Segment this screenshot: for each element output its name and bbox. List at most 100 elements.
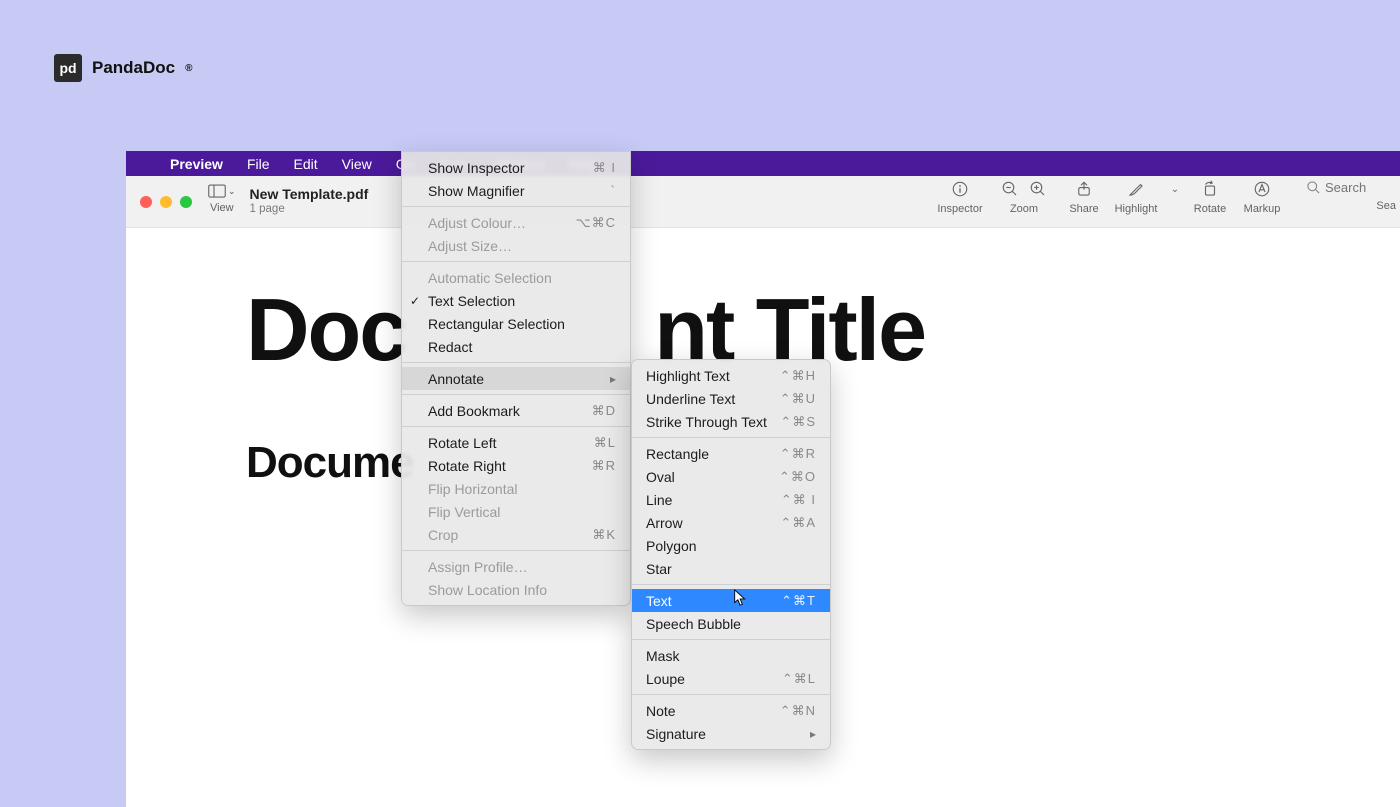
close-window-icon[interactable] (140, 196, 152, 208)
tools-item-label: Crop (428, 527, 458, 543)
annotate-item-signature[interactable]: Signature▸ (632, 722, 830, 745)
shortcut-label: ⌃⌘ I (781, 492, 816, 508)
brand-name: PandaDoc (92, 58, 175, 78)
tools-item-annotate[interactable]: Annotate▸ (402, 367, 630, 390)
chevron-down-icon: ⌄ (228, 186, 236, 197)
menu-bar: Preview File Edit View Go Tools Window H… (126, 151, 1400, 176)
tools-item-show-magnifier[interactable]: Show Magnifier` (402, 179, 630, 202)
shortcut-label: ⌃⌘S (780, 414, 816, 430)
shortcut-label: ⌃⌘U (780, 391, 816, 407)
annotate-item-label: Arrow (646, 515, 683, 531)
annotate-item-label: Loupe (646, 671, 685, 687)
document-title-block: New Template.pdf 1 page (250, 186, 369, 215)
app-window: Preview File Edit View Go Tools Window H… (126, 151, 1400, 807)
toolbar: ⌄ View New Template.pdf 1 page Inspector… (126, 176, 1400, 228)
tools-menu[interactable]: Show Inspector⌘ IShow Magnifier`Adjust C… (401, 151, 631, 606)
brand: pd PandaDoc® (54, 54, 193, 82)
tools-item-label: Rotate Right (428, 458, 506, 474)
menu-view[interactable]: View (330, 153, 384, 175)
annotate-separator (632, 639, 830, 640)
tools-item-rectangular-selection[interactable]: Rectangular Selection (402, 312, 630, 335)
tools-item-adjust-size: Adjust Size… (402, 234, 630, 257)
inspector-button[interactable]: Inspector (932, 180, 988, 215)
tools-item-label: Flip Vertical (428, 504, 500, 520)
highlight-dropdown[interactable]: ⌄ (1164, 180, 1186, 195)
tools-item-label: Flip Horizontal (428, 481, 517, 497)
shortcut-label: ⌘ I (593, 160, 616, 176)
tools-item-label: Rectangular Selection (428, 316, 565, 332)
share-button[interactable]: Share (1060, 180, 1108, 215)
annotate-item-arrow[interactable]: Arrow⌃⌘A (632, 511, 830, 534)
annotate-item-text[interactable]: Text⌃⌘T (632, 589, 830, 612)
annotate-item-star[interactable]: Star (632, 557, 830, 580)
tools-item-label: Rotate Left (428, 435, 497, 451)
annotate-item-label: Speech Bubble (646, 616, 741, 632)
annotate-item-speech-bubble[interactable]: Speech Bubble (632, 612, 830, 635)
annotate-submenu[interactable]: Highlight Text⌃⌘HUnderline Text⌃⌘UStrike… (631, 359, 831, 750)
annotate-item-label: Strike Through Text (646, 414, 767, 430)
tools-item-label: Show Inspector (428, 160, 525, 176)
tools-item-flip-vertical: Flip Vertical (402, 500, 630, 523)
annotate-item-strike-through-text[interactable]: Strike Through Text ⌃⌘S (632, 410, 830, 433)
tools-item-text-selection[interactable]: ✓ Text Selection (402, 289, 630, 312)
rotate-button[interactable]: Rotate (1186, 180, 1234, 215)
share-label: Share (1069, 203, 1098, 215)
highlight-button[interactable]: Highlight (1108, 180, 1164, 215)
zoom-out-icon[interactable] (1000, 180, 1020, 198)
annotate-item-label: Polygon (646, 538, 697, 554)
annotate-item-mask[interactable]: Mask (632, 644, 830, 667)
zoom-label: Zoom (1010, 203, 1038, 215)
markup-button[interactable]: Markup (1234, 180, 1290, 215)
zoom-in-icon[interactable] (1028, 180, 1048, 198)
menu-file[interactable]: File (235, 153, 282, 175)
inspector-icon (950, 180, 970, 198)
zoom-button[interactable]: Zoom (988, 180, 1060, 215)
shortcut-label: ⌃⌘R (780, 446, 816, 462)
tools-item-label: Text Selection (428, 293, 515, 309)
annotate-item-rectangle[interactable]: Rectangle ⌃⌘R (632, 442, 830, 465)
tools-item-redact[interactable]: Redact (402, 335, 630, 358)
tools-item-automatic-selection: Automatic Selection (402, 266, 630, 289)
tools-separator (402, 394, 630, 395)
rotate-label: Rotate (1194, 203, 1226, 215)
search-input[interactable] (1325, 180, 1400, 195)
annotate-item-label: Star (646, 561, 672, 577)
sidebar-icon (208, 184, 226, 198)
check-icon: ✓ (410, 294, 420, 308)
annotate-item-note[interactable]: Note⌃⌘N (632, 699, 830, 722)
annotate-item-oval[interactable]: Oval⌃⌘O (632, 465, 830, 488)
annotate-separator (632, 584, 830, 585)
tools-item-rotate-right[interactable]: Rotate Right⌘R (402, 454, 630, 477)
inspector-label: Inspector (937, 203, 982, 215)
annotate-separator (632, 694, 830, 695)
window-controls[interactable] (140, 196, 192, 208)
tools-item-label: Assign Profile… (428, 559, 528, 575)
annotate-item-label: Text (646, 593, 672, 609)
highlight-label: Highlight (1115, 203, 1158, 215)
annotate-item-line[interactable]: Line⌃⌘ I (632, 488, 830, 511)
annotate-item-loupe[interactable]: Loupe⌃⌘L (632, 667, 830, 690)
menu-app[interactable]: Preview (158, 153, 235, 175)
annotate-item-label: Rectangle (646, 446, 709, 462)
share-icon (1074, 180, 1094, 198)
view-label: View (210, 202, 234, 214)
annotate-item-underline-text[interactable]: Underline Text⌃⌘U (632, 387, 830, 410)
tools-item-label: Automatic Selection (428, 270, 552, 286)
minimize-window-icon[interactable] (160, 196, 172, 208)
menu-edit[interactable]: Edit (282, 153, 330, 175)
shortcut-label: ⌥⌘C (576, 215, 616, 231)
annotate-item-polygon[interactable]: Polygon (632, 534, 830, 557)
tools-item-add-bookmark[interactable]: Add Bookmark⌘D (402, 399, 630, 422)
tools-item-label: Show Location Info (428, 582, 547, 598)
brand-logo: pd (54, 54, 82, 82)
document-title: New Template.pdf (250, 186, 369, 202)
search-button[interactable]: Sea (1290, 180, 1400, 212)
tools-item-show-inspector[interactable]: Show Inspector ⌘ I (402, 156, 630, 179)
fullscreen-window-icon[interactable] (180, 196, 192, 208)
tools-item-rotate-left[interactable]: Rotate Left⌘L (402, 431, 630, 454)
tools-separator (402, 426, 630, 427)
view-mode-control[interactable]: ⌄ View (208, 184, 236, 214)
annotate-item-highlight-text[interactable]: Highlight Text⌃⌘H (632, 364, 830, 387)
tools-item-label: Annotate (428, 371, 484, 387)
annotate-item-label: Oval (646, 469, 675, 485)
